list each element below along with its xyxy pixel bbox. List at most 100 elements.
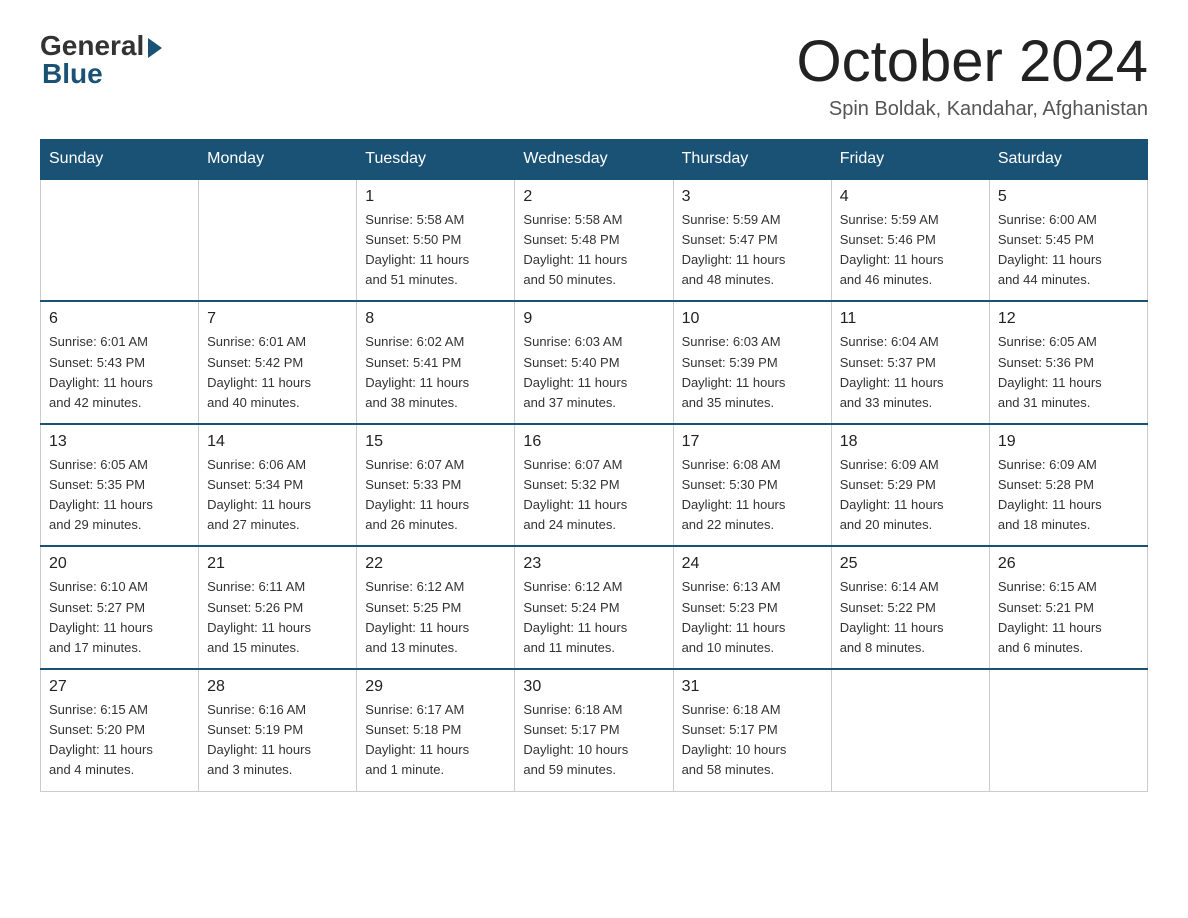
day-info: Sunrise: 6:00 AMSunset: 5:45 PMDaylight:…: [998, 210, 1139, 291]
day-number: 13: [49, 433, 190, 451]
weekday-header-friday: Friday: [831, 139, 989, 179]
calendar-cell: 1Sunrise: 5:58 AMSunset: 5:50 PMDaylight…: [357, 179, 515, 302]
calendar-cell: 29 Sunrise: 6:17 AMSunset: 5:18 PMDayligh…: [357, 669, 515, 791]
day-number: 3: [682, 188, 823, 206]
day-number: 21: [207, 555, 348, 573]
calendar-week-row: 1Sunrise: 5:58 AMSunset: 5:50 PMDaylight…: [41, 179, 1148, 302]
calendar-cell: 22Sunrise: 6:12 AMSunset: 5:25 PMDayligh…: [357, 546, 515, 669]
weekday-header-tuesday: Tuesday: [357, 139, 515, 179]
calendar-week-row: 20Sunrise: 6:10 AMSunset: 5:27 PMDayligh…: [41, 546, 1148, 669]
day-number: 12: [998, 310, 1139, 328]
calendar-cell: 5 Sunrise: 6:00 AMSunset: 5:45 PMDaylight…: [989, 179, 1147, 302]
day-number: 26: [998, 555, 1139, 573]
calendar-cell: 8Sunrise: 6:02 AMSunset: 5:41 PMDaylight…: [357, 301, 515, 424]
day-number: 28: [207, 678, 348, 696]
title-block: October 2024 Spin Boldak, Kandahar, Afgh…: [797, 30, 1148, 121]
calendar-cell: 31Sunrise: 6:18 AMSunset: 5:17 PMDayligh…: [673, 669, 831, 791]
calendar-cell: 14 Sunrise: 6:06 AMSunset: 5:34 PMDayligh…: [199, 424, 357, 547]
day-number: 20: [49, 555, 190, 573]
calendar-cell: [199, 179, 357, 302]
day-number: 31: [682, 678, 823, 696]
day-number: 2: [523, 188, 664, 206]
calendar-cell: 10 Sunrise: 6:03 AMSunset: 5:39 PMDayligh…: [673, 301, 831, 424]
day-number: 10: [682, 310, 823, 328]
day-info: Sunrise: 6:09 AMSunset: 5:28 PMDaylight:…: [998, 455, 1139, 536]
day-info: Sunrise: 5:58 AMSunset: 5:50 PMDaylight:…: [365, 210, 506, 291]
calendar-cell: 2 Sunrise: 5:58 AMSunset: 5:48 PMDaylight…: [515, 179, 673, 302]
calendar-header: SundayMondayTuesdayWednesdayThursdayFrid…: [41, 139, 1148, 179]
day-info: Sunrise: 6:12 AMSunset: 5:25 PMDaylight:…: [365, 577, 506, 658]
day-number: 4: [840, 188, 981, 206]
day-number: 6: [49, 310, 190, 328]
logo-blue-text: Blue: [40, 58, 103, 90]
calendar-cell: 28Sunrise: 6:16 AMSunset: 5:19 PMDayligh…: [199, 669, 357, 791]
weekday-header-sunday: Sunday: [41, 139, 199, 179]
day-number: 5: [998, 188, 1139, 206]
day-info: Sunrise: 6:06 AMSunset: 5:34 PMDaylight:…: [207, 455, 348, 536]
calendar-cell: 30 Sunrise: 6:18 AMSunset: 5:17 PMDayligh…: [515, 669, 673, 791]
day-info: Sunrise: 6:12 AMSunset: 5:24 PMDaylight:…: [523, 577, 664, 658]
calendar-cell: 27Sunrise: 6:15 AMSunset: 5:20 PMDayligh…: [41, 669, 199, 791]
weekday-header-row: SundayMondayTuesdayWednesdayThursdayFrid…: [41, 139, 1148, 179]
day-info: Sunrise: 6:03 AMSunset: 5:39 PMDaylight:…: [682, 332, 823, 413]
weekday-header-thursday: Thursday: [673, 139, 831, 179]
calendar-week-row: 13 Sunrise: 6:05 AMSunset: 5:35 PMDayligh…: [41, 424, 1148, 547]
day-number: 30: [523, 678, 664, 696]
calendar-week-row: 6Sunrise: 6:01 AMSunset: 5:43 PMDaylight…: [41, 301, 1148, 424]
calendar-week-row: 27Sunrise: 6:15 AMSunset: 5:20 PMDayligh…: [41, 669, 1148, 791]
day-number: 15: [365, 433, 506, 451]
day-info: Sunrise: 6:05 AMSunset: 5:36 PMDaylight:…: [998, 332, 1139, 413]
day-number: 9: [523, 310, 664, 328]
day-info: Sunrise: 6:13 AMSunset: 5:23 PMDaylight:…: [682, 577, 823, 658]
calendar-cell: 4 Sunrise: 5:59 AMSunset: 5:46 PMDaylight…: [831, 179, 989, 302]
day-number: 18: [840, 433, 981, 451]
day-number: 17: [682, 433, 823, 451]
calendar-table: SundayMondayTuesdayWednesdayThursdayFrid…: [40, 139, 1148, 792]
day-info: Sunrise: 6:05 AMSunset: 5:35 PMDaylight:…: [49, 455, 190, 536]
day-info: Sunrise: 6:08 AMSunset: 5:30 PMDaylight:…: [682, 455, 823, 536]
weekday-header-wednesday: Wednesday: [515, 139, 673, 179]
day-info: Sunrise: 6:04 AMSunset: 5:37 PMDaylight:…: [840, 332, 981, 413]
day-number: 14: [207, 433, 348, 451]
calendar-cell: 11 Sunrise: 6:04 AMSunset: 5:37 PMDayligh…: [831, 301, 989, 424]
calendar-cell: 15 Sunrise: 6:07 AMSunset: 5:33 PMDayligh…: [357, 424, 515, 547]
calendar-cell: [41, 179, 199, 302]
day-info: Sunrise: 6:01 AMSunset: 5:42 PMDaylight:…: [207, 332, 348, 413]
day-info: Sunrise: 6:15 AMSunset: 5:21 PMDaylight:…: [998, 577, 1139, 658]
logo-arrow-icon: [148, 38, 162, 58]
calendar-cell: 12 Sunrise: 6:05 AMSunset: 5:36 PMDayligh…: [989, 301, 1147, 424]
calendar-cell: 21 Sunrise: 6:11 AMSunset: 5:26 PMDayligh…: [199, 546, 357, 669]
day-info: Sunrise: 6:17 AMSunset: 5:18 PMDaylight:…: [365, 700, 506, 781]
day-info: Sunrise: 6:07 AMSunset: 5:33 PMDaylight:…: [365, 455, 506, 536]
month-title: October 2024: [797, 30, 1148, 94]
day-info: Sunrise: 6:02 AMSunset: 5:41 PMDaylight:…: [365, 332, 506, 413]
day-info: Sunrise: 6:11 AMSunset: 5:26 PMDaylight:…: [207, 577, 348, 658]
page-header: General Blue October 2024 Spin Boldak, K…: [40, 30, 1148, 121]
calendar-cell: 26 Sunrise: 6:15 AMSunset: 5:21 PMDayligh…: [989, 546, 1147, 669]
calendar-cell: [989, 669, 1147, 791]
day-number: 25: [840, 555, 981, 573]
calendar-cell: 19Sunrise: 6:09 AMSunset: 5:28 PMDayligh…: [989, 424, 1147, 547]
day-info: Sunrise: 6:14 AMSunset: 5:22 PMDaylight:…: [840, 577, 981, 658]
day-info: Sunrise: 6:18 AMSunset: 5:17 PMDaylight:…: [523, 700, 664, 781]
day-info: Sunrise: 6:07 AMSunset: 5:32 PMDaylight:…: [523, 455, 664, 536]
day-number: 7: [207, 310, 348, 328]
day-info: Sunrise: 6:03 AMSunset: 5:40 PMDaylight:…: [523, 332, 664, 413]
calendar-cell: 20Sunrise: 6:10 AMSunset: 5:27 PMDayligh…: [41, 546, 199, 669]
calendar-cell: 16Sunrise: 6:07 AMSunset: 5:32 PMDayligh…: [515, 424, 673, 547]
calendar-cell: 24Sunrise: 6:13 AMSunset: 5:23 PMDayligh…: [673, 546, 831, 669]
day-number: 11: [840, 310, 981, 328]
calendar-cell: 13 Sunrise: 6:05 AMSunset: 5:35 PMDayligh…: [41, 424, 199, 547]
day-number: 23: [523, 555, 664, 573]
day-number: 27: [49, 678, 190, 696]
calendar-cell: 17 Sunrise: 6:08 AMSunset: 5:30 PMDayligh…: [673, 424, 831, 547]
day-info: Sunrise: 5:59 AMSunset: 5:47 PMDaylight:…: [682, 210, 823, 291]
calendar-body: 1Sunrise: 5:58 AMSunset: 5:50 PMDaylight…: [41, 179, 1148, 791]
day-info: Sunrise: 6:09 AMSunset: 5:29 PMDaylight:…: [840, 455, 981, 536]
day-info: Sunrise: 5:59 AMSunset: 5:46 PMDaylight:…: [840, 210, 981, 291]
calendar-cell: 3 Sunrise: 5:59 AMSunset: 5:47 PMDaylight…: [673, 179, 831, 302]
weekday-header-monday: Monday: [199, 139, 357, 179]
calendar-cell: 6Sunrise: 6:01 AMSunset: 5:43 PMDaylight…: [41, 301, 199, 424]
day-info: Sunrise: 5:58 AMSunset: 5:48 PMDaylight:…: [523, 210, 664, 291]
day-number: 29: [365, 678, 506, 696]
